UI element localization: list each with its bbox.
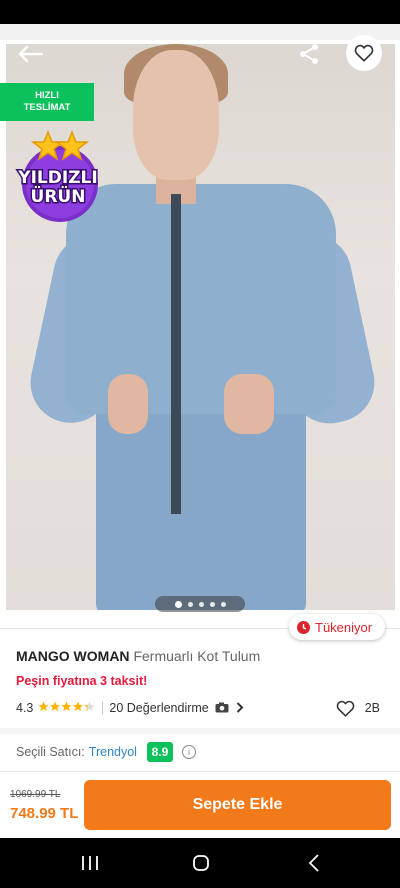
heart-outline-icon xyxy=(336,700,354,717)
stock-status-badge: Tükeniyor xyxy=(289,614,385,640)
share-button[interactable] xyxy=(297,42,321,66)
pager-dot[interactable] xyxy=(209,601,215,607)
add-to-cart-button[interactable]: Sepete Ekle xyxy=(84,780,391,830)
recent-apps-icon xyxy=(82,856,98,870)
pager-dot[interactable] xyxy=(220,601,226,607)
chevron-left-icon xyxy=(308,854,319,872)
bottom-action-bar: 1069.99 TL 748.99 TL Sepete Ekle xyxy=(0,771,400,837)
pager-dot[interactable] xyxy=(198,601,204,607)
image-hand-right xyxy=(224,374,274,434)
product-title: MANGO WOMAN Fermuarlı Kot Tulum xyxy=(16,648,260,664)
favorite-button[interactable] xyxy=(346,35,382,71)
system-nav-bar xyxy=(0,838,400,888)
clock-icon xyxy=(297,620,310,634)
current-price: 748.99 TL xyxy=(10,805,79,822)
image-jumpsuit-top xyxy=(66,184,336,414)
back-button[interactable] xyxy=(16,44,44,64)
star-rating-icon xyxy=(38,701,96,715)
favorite-count[interactable]: 2B xyxy=(336,700,380,717)
old-price: 1069.99 TL xyxy=(10,789,61,800)
fast-delivery-line2: TESLİMAT xyxy=(23,102,71,113)
image-hand-left xyxy=(108,374,148,434)
pager-dot[interactable] xyxy=(174,600,182,608)
fast-delivery-badge: HIZLI TESLİMAT xyxy=(0,83,94,121)
heart-outline-icon xyxy=(354,44,374,62)
starred-badge-line2: ÜRÜN xyxy=(31,185,86,207)
image-model-head xyxy=(133,50,219,180)
starred-product-badge: YILDIZLI ÜRÜN xyxy=(10,128,106,224)
status-bar xyxy=(0,0,400,24)
section-separator xyxy=(0,728,400,734)
installment-promo: Peşin fiyatına 3 taksit! xyxy=(16,674,148,688)
rating-separator xyxy=(102,701,104,715)
chevron-right-icon xyxy=(236,702,244,713)
seller-row: Seçili Satıcı: Trendyol 8.9 i xyxy=(16,741,196,763)
share-icon xyxy=(300,44,318,64)
seller-score-badge: 8.9 xyxy=(146,742,173,762)
gallery-pager[interactable] xyxy=(155,596,245,612)
starred-badge-graphic: YILDIZLI ÜRÜN xyxy=(16,129,99,222)
seller-label: Seçili Satıcı: xyxy=(16,745,85,759)
reviews-count: 20 Değerlendirme xyxy=(109,701,209,715)
image-zipper xyxy=(171,194,181,514)
starred-badge-line1: YILDIZLI xyxy=(17,168,97,188)
reviews-link[interactable]: 20 Değerlendirme xyxy=(109,701,244,715)
stock-status-text: Tükeniyor xyxy=(315,619,373,635)
recent-apps-button[interactable] xyxy=(70,850,110,876)
system-back-button[interactable] xyxy=(294,850,334,876)
top-background xyxy=(0,24,400,40)
rating-row: 4.3 20 Değerlendirme 2B xyxy=(16,698,386,718)
fast-delivery-line1: HIZLI xyxy=(35,90,59,101)
rating-score: 4.3 xyxy=(16,701,34,715)
camera-icon xyxy=(215,702,229,713)
home-icon xyxy=(193,855,209,871)
seller-name-link[interactable]: Trendyol xyxy=(89,745,137,759)
home-button[interactable] xyxy=(181,850,221,876)
product-brand[interactable]: MANGO WOMAN xyxy=(16,648,130,664)
info-icon[interactable]: i xyxy=(181,745,196,759)
arrow-left-icon xyxy=(18,45,44,63)
product-name: Fermuarlı Kot Tulum xyxy=(133,648,261,664)
favorite-count-text: 2B xyxy=(364,701,380,715)
pager-dot[interactable] xyxy=(187,601,193,607)
